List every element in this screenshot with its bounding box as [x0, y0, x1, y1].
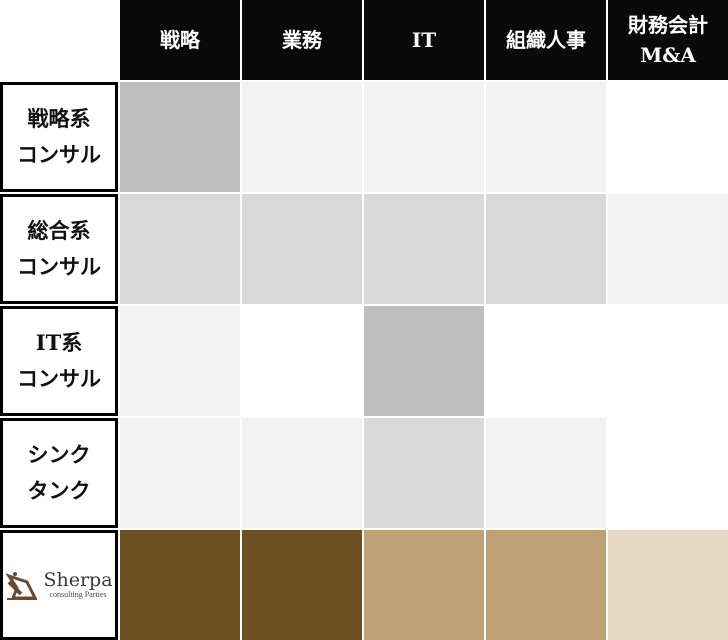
logo-name: Sherpa — [43, 569, 113, 591]
sherpa-logo-icon — [5, 572, 38, 600]
column-header: IT — [364, 0, 484, 80]
matrix-cell — [364, 418, 484, 528]
matrix-cell — [608, 306, 728, 416]
matrix-cell — [120, 418, 240, 528]
matrix-cell — [120, 194, 240, 304]
matrix-cell — [486, 82, 606, 192]
matrix-cell — [120, 530, 240, 640]
matrix-cell — [486, 306, 606, 416]
matrix-cell — [608, 418, 728, 528]
matrix-cell — [486, 194, 606, 304]
column-header: 戦略 — [120, 0, 240, 80]
matrix-cell — [486, 530, 606, 640]
matrix-cell — [608, 82, 728, 192]
matrix-cell — [608, 530, 728, 640]
matrix-cell — [364, 194, 484, 304]
row-label: シンク タンク — [0, 418, 118, 528]
matrix-cell — [242, 306, 362, 416]
column-header: 業務 — [242, 0, 362, 80]
matrix-cell — [242, 418, 362, 528]
matrix-cell — [242, 194, 362, 304]
row-label-logo: Sherpa consulting Parties — [0, 530, 118, 640]
logo-text: Sherpa consulting Parties — [43, 570, 112, 600]
column-header: 組織人事 — [486, 0, 606, 80]
matrix-cell — [608, 194, 728, 304]
matrix-cell — [364, 306, 484, 416]
matrix-cell — [486, 418, 606, 528]
matrix-cell — [242, 530, 362, 640]
row-label: 戦略系 コンサル — [0, 82, 118, 192]
logo-tagline: consulting Parties — [49, 590, 107, 599]
matrix-cell — [364, 82, 484, 192]
column-header: 財務会計 M&A — [608, 0, 728, 80]
matrix-cell — [120, 82, 240, 192]
matrix-cell — [242, 82, 362, 192]
matrix-cell — [120, 306, 240, 416]
matrix-cell — [364, 530, 484, 640]
row-label: 総合系 コンサル — [0, 194, 118, 304]
row-label: IT系 コンサル — [0, 306, 118, 416]
